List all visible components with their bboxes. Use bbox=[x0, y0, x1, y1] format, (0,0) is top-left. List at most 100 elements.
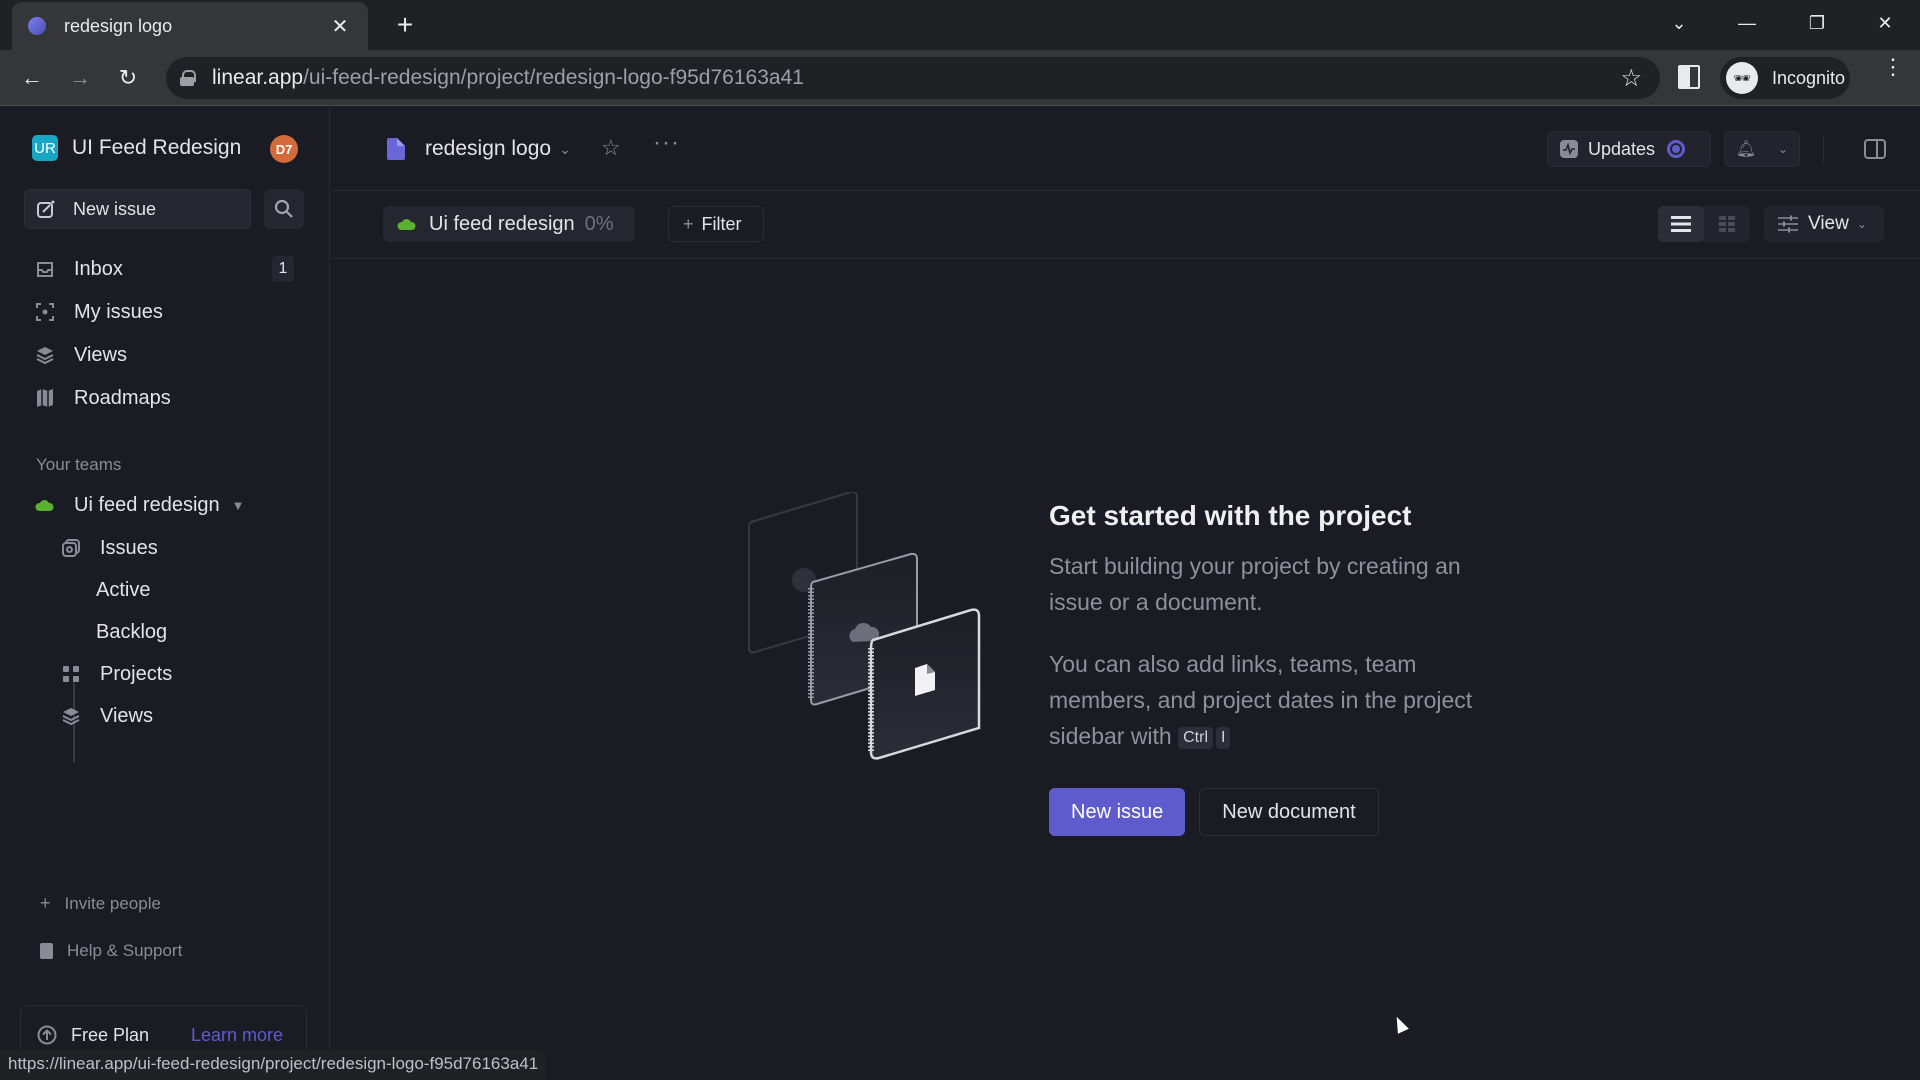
project-name: redesign logo bbox=[425, 137, 552, 160]
plus-icon: + bbox=[40, 893, 51, 913]
restore-icon[interactable]: ❐ bbox=[1792, 6, 1842, 40]
favorite-star-icon[interactable]: ☆ bbox=[601, 135, 621, 161]
upgrade-arrow-icon bbox=[37, 1025, 57, 1045]
team-item-projects[interactable]: Projects bbox=[50, 656, 304, 692]
linear-favicon-icon bbox=[28, 17, 46, 35]
minimize-icon[interactable]: — bbox=[1722, 6, 1772, 40]
tab-search-icon[interactable]: ⌄ bbox=[1654, 6, 1704, 40]
kbd-i: I bbox=[1216, 726, 1231, 749]
list-view-button[interactable] bbox=[1658, 206, 1704, 242]
search-button[interactable] bbox=[264, 189, 304, 229]
new-issue-label: New issue bbox=[73, 198, 157, 219]
more-options-icon[interactable]: ··· bbox=[653, 129, 680, 157]
inbox-count-badge: 1 bbox=[272, 256, 294, 282]
chevron-down-icon: ⌄ bbox=[1856, 217, 1867, 231]
layers-icon bbox=[34, 344, 56, 366]
learn-more-link[interactable]: Learn more bbox=[191, 1025, 283, 1046]
team-item-backlog[interactable]: Backlog bbox=[72, 614, 304, 650]
document-icon bbox=[387, 138, 405, 160]
new-issue-button[interactable]: New issue bbox=[24, 189, 251, 229]
layout-toggle bbox=[1658, 206, 1750, 242]
browser-tab[interactable]: redesign logo ✕ bbox=[12, 2, 368, 50]
cloud-icon bbox=[397, 219, 416, 230]
compose-icon bbox=[35, 198, 57, 220]
grid-icon bbox=[60, 663, 82, 685]
browser-toolbar: ← → ↻ linear.app/ui-feed-redesign/projec… bbox=[0, 50, 1920, 106]
chevron-down-icon: ⌄ bbox=[1778, 142, 1789, 156]
sidebar: UR UI Feed Redesign D7 New issue Inbox 1… bbox=[0, 107, 330, 1080]
filter-bar: Ui feed redesign 0% + Filter View ⌄ bbox=[331, 192, 1920, 259]
workspace-switcher[interactable]: UR UI Feed Redesign bbox=[32, 135, 241, 161]
link-preview-status-bar: https://linear.app/ui-feed-redesign/proj… bbox=[0, 1050, 547, 1080]
help-support-link[interactable]: Help & Support bbox=[40, 941, 182, 961]
close-window-icon[interactable]: ✕ bbox=[1860, 6, 1910, 40]
team-progress-percent: 0% bbox=[584, 212, 614, 235]
chevron-down-icon: ⌄ bbox=[559, 140, 571, 157]
linear-app: UR UI Feed Redesign D7 New issue Inbox 1… bbox=[0, 107, 1920, 1080]
empty-state-description: Start building your project by creating … bbox=[1049, 553, 1461, 615]
cloud-icon bbox=[34, 494, 56, 516]
bookmark-star-icon[interactable]: ☆ bbox=[1620, 64, 1642, 93]
back-icon[interactable]: ← bbox=[14, 60, 50, 96]
incognito-icon: 🕶 bbox=[1726, 62, 1758, 94]
empty-state-illustration bbox=[748, 492, 981, 760]
sidebar-item-views[interactable]: Views bbox=[24, 337, 304, 373]
empty-state: Get started with the project Start build… bbox=[1049, 500, 1509, 836]
new-issue-cta-button[interactable]: New issue bbox=[1049, 788, 1186, 836]
team-ui-feed-redesign[interactable]: Ui feed redesign ▼ bbox=[24, 487, 304, 523]
issues-icon bbox=[60, 537, 82, 559]
layers-icon bbox=[60, 705, 82, 727]
project-header: redesign logo ⌄ ☆ ··· Updates 🔔︎ ⌄ bbox=[331, 107, 1920, 191]
plus-icon: + bbox=[683, 213, 694, 234]
project-status-ring-icon bbox=[1667, 140, 1686, 158]
main-content: redesign logo ⌄ ☆ ··· Updates 🔔︎ ⌄ Ui fe… bbox=[331, 107, 1920, 1080]
side-panel-icon[interactable] bbox=[1678, 65, 1700, 89]
address-bar[interactable]: linear.app/ui-feed-redesign/project/rede… bbox=[166, 57, 1660, 99]
reload-icon[interactable]: ↻ bbox=[110, 60, 146, 96]
filter-button[interactable]: + Filter bbox=[668, 206, 764, 242]
invite-people-link[interactable]: + Invite people bbox=[40, 893, 161, 914]
new-document-button[interactable]: New document bbox=[1199, 788, 1379, 836]
tab-title: redesign logo bbox=[64, 15, 173, 36]
profile-button[interactable]: 🕶 Incognito bbox=[1720, 57, 1850, 99]
user-avatar[interactable]: D7 bbox=[270, 135, 298, 163]
project-title-dropdown[interactable]: redesign logo ⌄ bbox=[385, 137, 571, 161]
browser-menu-icon[interactable]: ⋮ bbox=[1882, 56, 1904, 78]
toggle-details-panel-icon[interactable] bbox=[1864, 139, 1886, 159]
map-icon bbox=[34, 387, 56, 409]
divider bbox=[1823, 135, 1824, 163]
forward-icon[interactable]: → bbox=[62, 60, 98, 96]
updates-button[interactable]: Updates bbox=[1547, 131, 1711, 167]
sidebar-item-my-issues[interactable]: My issues bbox=[24, 294, 304, 330]
bell-icon: 🔔︎ bbox=[1735, 141, 1757, 158]
book-icon bbox=[40, 943, 53, 959]
team-item-views[interactable]: Views bbox=[50, 698, 304, 734]
notifications-dropdown[interactable]: 🔔︎ ⌄ bbox=[1724, 131, 1800, 167]
close-tab-icon[interactable]: ✕ bbox=[328, 14, 352, 39]
team-collapse-caret-icon[interactable]: ▼ bbox=[232, 498, 245, 513]
sliders-icon bbox=[1778, 215, 1798, 233]
empty-state-title: Get started with the project bbox=[1049, 500, 1412, 531]
team-item-active[interactable]: Active bbox=[72, 572, 304, 608]
inbox-icon bbox=[34, 258, 56, 280]
lock-icon bbox=[180, 70, 196, 86]
view-options-button[interactable]: View ⌄ bbox=[1764, 206, 1884, 242]
empty-state-hint: You can also add links, teams, team memb… bbox=[1049, 651, 1473, 749]
new-tab-button[interactable]: + bbox=[390, 10, 420, 40]
plan-label: Free Plan bbox=[71, 1024, 150, 1045]
team-item-issues[interactable]: Issues bbox=[50, 530, 304, 566]
your-teams-heading: Your teams bbox=[36, 455, 122, 474]
board-view-button[interactable] bbox=[1704, 206, 1750, 242]
search-icon bbox=[274, 199, 293, 218]
profile-label: Incognito bbox=[1772, 67, 1846, 88]
sidebar-item-roadmaps[interactable]: Roadmaps bbox=[24, 380, 304, 416]
pulse-icon bbox=[1560, 140, 1578, 158]
team-progress-chip[interactable]: Ui feed redesign 0% bbox=[383, 206, 635, 242]
my-issues-icon bbox=[34, 301, 56, 323]
url-text: linear.app/ui-feed-redesign/project/rede… bbox=[212, 66, 804, 89]
list-icon bbox=[1671, 216, 1691, 232]
sidebar-item-inbox[interactable]: Inbox 1 bbox=[24, 251, 304, 287]
board-icon bbox=[1719, 216, 1735, 232]
workspace-logo: UR bbox=[32, 135, 58, 161]
kbd-ctrl: Ctrl bbox=[1178, 726, 1214, 749]
